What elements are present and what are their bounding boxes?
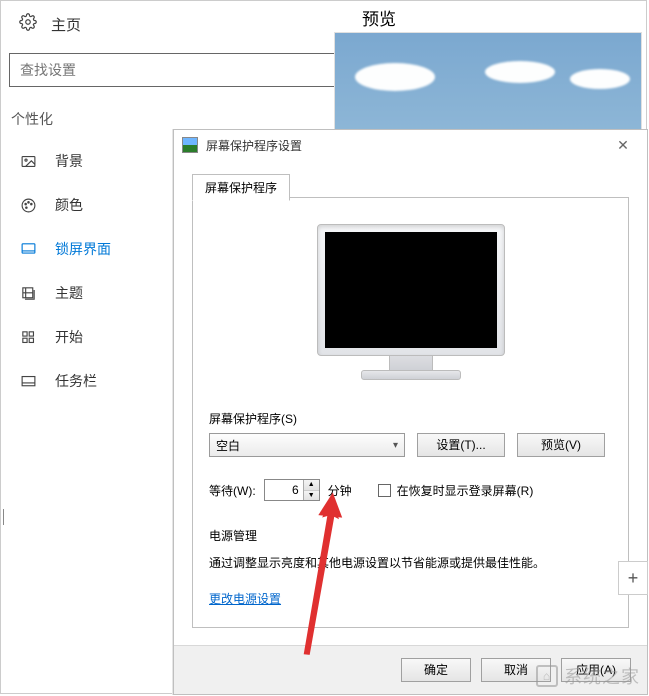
checkbox-icon: [378, 484, 391, 497]
cancel-button[interactable]: 取消: [481, 658, 551, 682]
screensaver-combobox[interactable]: 空白 ▾: [209, 433, 405, 457]
power-desc: 通过调整显示亮度和其他电源设置以节省能源或提供最佳性能。: [209, 554, 612, 572]
dialog-footer: 确定 取消 应用(A): [174, 645, 647, 694]
gear-icon: [19, 13, 37, 35]
sidebar-item-label: 开始: [55, 327, 83, 347]
sidebar-item-label: 背景: [55, 151, 83, 171]
tab-screensaver[interactable]: 屏幕保护程序: [192, 174, 290, 201]
image-icon: [19, 153, 37, 170]
palette-icon: [19, 197, 37, 214]
sidebar-item-label: 主题: [55, 283, 83, 303]
dialog-title: 屏幕保护程序设置: [206, 137, 607, 154]
caret-marker: [3, 509, 4, 525]
screensaver-preview-monitor: [317, 224, 505, 380]
add-button[interactable]: +: [618, 561, 648, 595]
wait-minutes-input[interactable]: [265, 480, 303, 500]
screensaver-dialog: 屏幕保护程序设置 ✕ 屏幕保护程序 屏幕保护程序(S): [173, 129, 648, 695]
wait-minutes-spinner[interactable]: ▲ ▼: [264, 479, 320, 501]
sidebar-item-label: 颜色: [55, 195, 83, 215]
apply-button[interactable]: 应用(A): [561, 658, 631, 682]
settings-button[interactable]: 设置(T)...: [417, 433, 505, 457]
start-icon: [19, 329, 37, 346]
wait-unit: 分钟: [328, 482, 352, 499]
wait-label: 等待(W):: [209, 482, 256, 499]
power-settings-link[interactable]: 更改电源设置: [209, 590, 281, 607]
preview-button[interactable]: 预览(V): [517, 433, 605, 457]
taskbar-icon: [19, 373, 37, 390]
resume-checkbox[interactable]: 在恢复时显示登录屏幕(R): [378, 482, 534, 499]
close-icon[interactable]: ✕: [607, 137, 639, 154]
theme-icon: [19, 285, 37, 302]
spinner-down-icon[interactable]: ▼: [304, 491, 319, 501]
sidebar-item-label: 任务栏: [55, 371, 97, 391]
screensaver-label: 屏幕保护程序(S): [209, 410, 612, 427]
power-section-title: 电源管理: [209, 527, 612, 544]
ok-button[interactable]: 确定: [401, 658, 471, 682]
spinner-up-icon[interactable]: ▲: [304, 480, 319, 491]
resume-label: 在恢复时显示登录屏幕(R): [397, 482, 534, 499]
chevron-down-icon: ▾: [393, 440, 398, 451]
sidebar-item-label: 锁屏界面: [55, 239, 111, 259]
screensaver-value: 空白: [216, 437, 240, 454]
home-label: 主页: [51, 14, 81, 35]
dialog-icon: [182, 137, 198, 153]
lockscreen-icon: [19, 241, 37, 258]
dialog-titlebar: 屏幕保护程序设置 ✕: [174, 130, 647, 160]
preview-title: 预览: [334, 1, 648, 32]
